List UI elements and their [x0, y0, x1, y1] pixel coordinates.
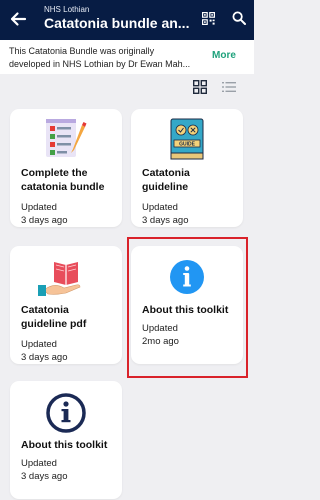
card-title: About this toolkit	[21, 438, 121, 452]
updated-label: Updated	[21, 202, 57, 213]
updated-label: Updated	[21, 458, 57, 469]
guide-book-icon: GUIDE	[170, 118, 204, 160]
list-view-icon[interactable]	[222, 81, 236, 93]
card-title: Complete the catatonia bundle	[21, 166, 121, 194]
qr-code-icon[interactable]	[202, 12, 215, 25]
updated-label: Updated	[21, 339, 57, 350]
card-title-line-1: Catatonia	[21, 304, 69, 316]
card-complete-bundle[interactable]: Complete the catatonia bundle Updated 3 …	[10, 109, 122, 227]
page-title: Catatonia bundle an...	[44, 15, 190, 31]
card-about-toolkit-2[interactable]: About this toolkit Updated 3 days ago	[10, 381, 122, 499]
info-outline-icon	[46, 393, 86, 433]
card-updated: Updated 3 days ago	[142, 201, 188, 227]
search-icon[interactable]	[232, 11, 246, 25]
view-toggle-bar	[0, 74, 254, 100]
organization-name: NHS Lothian	[44, 5, 90, 14]
card-title-line-1: About this toolkit	[21, 439, 108, 451]
card-catatonia-guideline[interactable]: GUIDE Catatonia guideline Updated 3 days…	[131, 109, 243, 227]
updated-time: 3 days ago	[21, 215, 68, 226]
card-title: Catatonia guideline pdf	[21, 303, 121, 331]
card-title-line-1: Catatonia	[142, 167, 190, 179]
card-title-line-2: guideline	[142, 181, 189, 193]
card-title: Catatonia guideline	[142, 166, 242, 194]
updated-time: 3 days ago	[21, 352, 68, 363]
card-title-line-1: Complete the	[21, 167, 88, 179]
selection-highlight	[127, 237, 248, 378]
updated-time: 3 days ago	[142, 215, 189, 226]
updated-time: 3 days ago	[21, 471, 68, 482]
app-header: NHS Lothian Catatonia bundle an...	[0, 0, 254, 40]
card-title-line-2: catatonia bundle	[21, 181, 105, 193]
book-in-hand-icon	[38, 262, 81, 296]
card-updated: Updated 3 days ago	[21, 338, 67, 364]
description-panel: This Catatonia Bundle was originally dev…	[0, 40, 254, 74]
card-updated: Updated 3 days ago	[21, 457, 67, 483]
description-line-1: This Catatonia Bundle was originally	[9, 46, 155, 56]
back-arrow-icon[interactable]	[8, 9, 28, 29]
card-guideline-pdf[interactable]: Catatonia guideline pdf Updated 3 days a…	[10, 246, 122, 364]
updated-label: Updated	[142, 202, 178, 213]
description-line-2: developed in NHS Lothian by Dr Ewan Mah.…	[9, 59, 191, 69]
grid-view-icon[interactable]	[193, 80, 207, 94]
description-text: This Catatonia Bundle was originally dev…	[9, 45, 207, 71]
svg-text:GUIDE: GUIDE	[179, 142, 196, 148]
card-updated: Updated 3 days ago	[21, 201, 67, 227]
more-button[interactable]: More	[212, 50, 236, 61]
checklist-icon	[46, 119, 87, 157]
card-title-line-2: guideline pdf	[21, 318, 87, 330]
